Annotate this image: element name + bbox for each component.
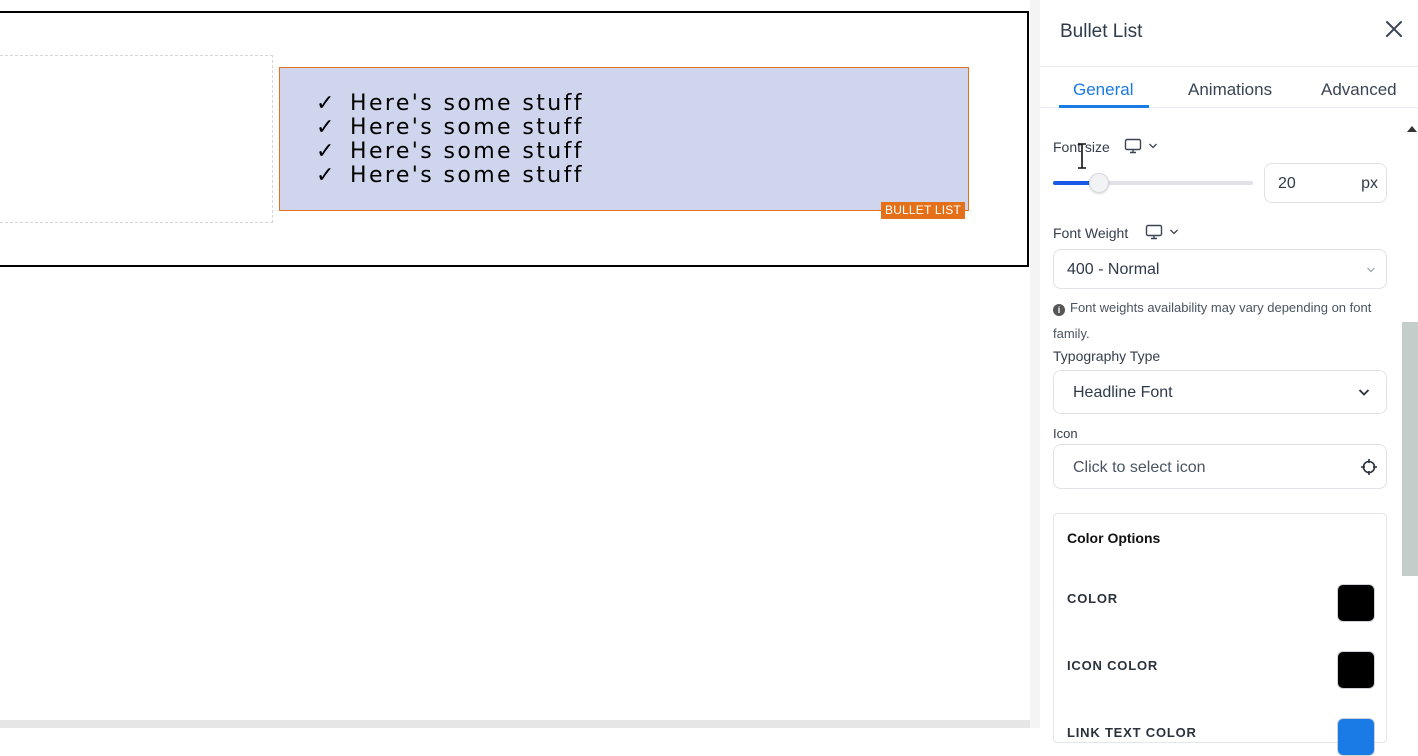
font-weight-selected: 400 - Normal xyxy=(1067,261,1160,278)
bullet-list-element[interactable]: ✓ Here's some stuff ✓ Here's some stuff … xyxy=(279,67,969,219)
bullet-item: ✓ Here's some stuff xyxy=(316,162,968,188)
typography-type-selected: Headline Font xyxy=(1073,384,1173,401)
hint-text: Font weights availability may vary depen… xyxy=(1053,300,1372,341)
font-weight-select[interactable]: 400 - Normal xyxy=(1053,249,1387,289)
checkmark-icon: ✓ xyxy=(316,90,335,116)
typography-type-label: Typography Type xyxy=(1053,348,1161,364)
tab-general[interactable]: General xyxy=(1073,80,1133,100)
font-size-slider[interactable] xyxy=(1053,181,1253,185)
color-swatch[interactable] xyxy=(1337,584,1375,622)
active-tab-indicator xyxy=(1059,105,1149,108)
tab-advanced[interactable]: Advanced xyxy=(1321,80,1397,100)
checkmark-icon: ✓ xyxy=(316,162,335,188)
tab-animations[interactable]: Animations xyxy=(1188,80,1272,100)
bullet-item: ✓ Here's some stuff xyxy=(316,114,968,140)
icon-picker-input[interactable]: Click to select icon xyxy=(1053,444,1387,489)
element-type-tag[interactable]: BULLET LIST xyxy=(880,202,965,219)
desktop-icon[interactable] xyxy=(1145,224,1163,240)
chevron-down-icon[interactable] xyxy=(1169,228,1179,236)
panel-scrollbar-thumb[interactable] xyxy=(1402,322,1418,576)
font-size-value[interactable]: 20 xyxy=(1278,175,1296,193)
panel-title: Bullet List xyxy=(1060,21,1143,42)
crosshair-icon[interactable] xyxy=(1360,458,1378,476)
font-size-unit[interactable]: px xyxy=(1361,175,1378,193)
font-size-input[interactable]: 20 px xyxy=(1264,163,1387,203)
font-weight-label: Font Weight xyxy=(1053,225,1129,241)
chevron-down-icon[interactable] xyxy=(1148,142,1158,150)
panel-tabs: General Animations Advanced xyxy=(1040,66,1418,108)
slider-handle[interactable] xyxy=(1089,173,1109,193)
bullet-text: Here's some stuff xyxy=(350,114,584,140)
color-options-title: Color Options xyxy=(1067,530,1161,546)
empty-column[interactable] xyxy=(0,55,273,223)
settings-panel: Bullet List General Animations Advanced … xyxy=(1040,0,1418,756)
bullet-text: Here's some stuff xyxy=(350,138,584,164)
bullet-item: ✓ Here's some stuff xyxy=(316,138,968,164)
icon-picker-placeholder: Click to select icon xyxy=(1073,459,1206,476)
typography-type-select[interactable]: Headline Font xyxy=(1053,370,1387,414)
scroll-up-arrow-icon[interactable] xyxy=(1407,126,1417,132)
close-icon[interactable] xyxy=(1383,18,1405,40)
editor-canvas: ✓ Here's some stuff ✓ Here's some stuff … xyxy=(0,0,1030,728)
chevron-down-icon xyxy=(1358,389,1370,396)
bullet-text: Here's some stuff xyxy=(350,90,584,116)
icon-label: Icon xyxy=(1053,426,1078,441)
info-icon: i xyxy=(1053,304,1065,316)
link-text-color-label: LINK TEXT COLOR xyxy=(1067,725,1197,740)
checkmark-icon: ✓ xyxy=(316,138,335,164)
canvas-section[interactable]: ✓ Here's some stuff ✓ Here's some stuff … xyxy=(0,11,1029,267)
bullet-item: ✓ Here's some stuff xyxy=(316,90,968,116)
link-text-color-swatch[interactable] xyxy=(1337,718,1375,756)
horizontal-scrollbar[interactable] xyxy=(0,720,1030,728)
icon-color-label: ICON COLOR xyxy=(1067,658,1159,673)
icon-color-swatch[interactable] xyxy=(1337,651,1375,689)
checkmark-icon: ✓ xyxy=(316,114,335,140)
color-options-card: Color Options COLOR ICON COLOR LINK TEXT… xyxy=(1053,513,1387,756)
bullet-text: Here's some stuff xyxy=(350,162,584,188)
text-cursor-icon xyxy=(1078,143,1086,169)
font-weight-hint: i Font weights availability may vary depe… xyxy=(1053,295,1393,347)
chevron-down-icon xyxy=(1367,267,1375,273)
panel-divider xyxy=(1030,0,1040,728)
desktop-icon[interactable] xyxy=(1124,138,1142,154)
color-label: COLOR xyxy=(1067,591,1118,606)
